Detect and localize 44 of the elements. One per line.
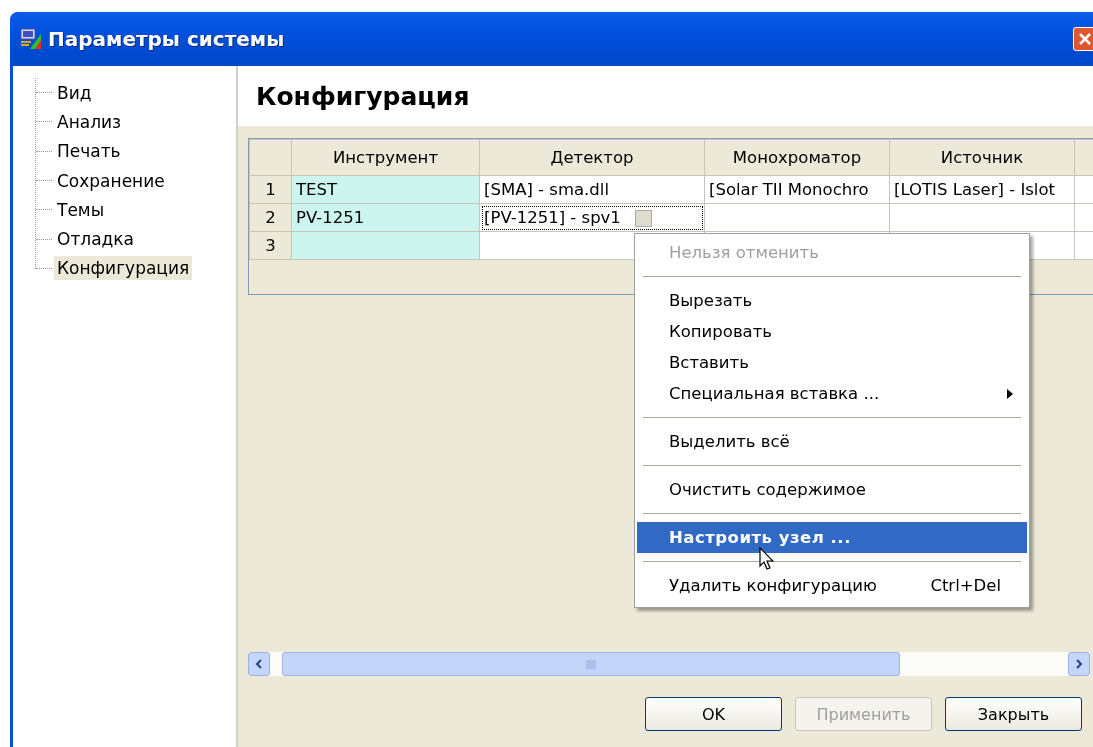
tree-item[interactable]: Сохранение bbox=[54, 168, 168, 193]
menu-item[interactable]: Специальная вставка ... bbox=[637, 378, 1027, 409]
shortcut-label: Ctrl+Del bbox=[930, 576, 1001, 595]
table-cell[interactable]: PV-1251 bbox=[291, 203, 480, 232]
menu-item[interactable]: Выделить всё bbox=[637, 426, 1027, 457]
tree-item[interactable]: Отладка bbox=[54, 227, 137, 252]
app-logo-icon bbox=[20, 28, 42, 50]
menu-item[interactable]: Удалить конфигурацию Ctrl+Del bbox=[637, 570, 1027, 601]
dialog-button[interactable]: OK bbox=[645, 697, 782, 731]
table-cell[interactable] bbox=[889, 203, 1075, 232]
dialog-button[interactable]: Закрыть bbox=[945, 697, 1082, 731]
scroll-right-button[interactable] bbox=[1068, 652, 1090, 676]
menu-item[interactable]: Вставить bbox=[637, 347, 1027, 378]
menu-item[interactable]: Вырезать bbox=[637, 285, 1027, 316]
close-icon bbox=[1078, 32, 1092, 46]
column-header[interactable]: Инструмент bbox=[291, 139, 480, 176]
table-cell[interactable]: [PV-1251] - spv1 bbox=[479, 203, 705, 232]
row-number: 3 bbox=[249, 231, 292, 260]
table-cell[interactable]: [SMA] - sma.dll bbox=[479, 175, 705, 204]
table-cell[interactable]: TEST bbox=[291, 175, 480, 204]
table-cell[interactable] bbox=[704, 203, 890, 232]
table-cell[interactable] bbox=[291, 231, 480, 260]
menu-item[interactable]: Очистить содержимое bbox=[637, 474, 1027, 505]
scrollbar-thumb[interactable] bbox=[282, 652, 900, 676]
column-header[interactable]: Источник bbox=[889, 139, 1075, 176]
browse-button[interactable] bbox=[634, 210, 652, 227]
tree-item[interactable]: Конфигурация bbox=[54, 256, 193, 281]
column-header[interactable]: Монохроматор bbox=[704, 139, 890, 176]
tree-item[interactable]: Темы bbox=[54, 197, 108, 222]
row-number: 1 bbox=[249, 175, 292, 204]
table-cell[interactable]: [LOTIS Laser] - Islot bbox=[889, 175, 1075, 204]
window-title: Параметры системы bbox=[48, 27, 285, 51]
panel-heading: Конфигурация bbox=[238, 66, 1093, 126]
menu-item[interactable]: Настроить узел ... bbox=[637, 522, 1027, 553]
menu-item[interactable]: Копировать bbox=[637, 316, 1027, 347]
scroll-left-button[interactable] bbox=[248, 652, 270, 676]
tree-item[interactable]: Анализ bbox=[54, 109, 125, 134]
row-number: 2 bbox=[249, 203, 292, 232]
close-button[interactable] bbox=[1073, 27, 1093, 51]
column-header[interactable]: Детектор bbox=[479, 139, 705, 176]
table-cell[interactable]: [Solar TII Monochro bbox=[704, 175, 890, 204]
tree-item[interactable]: Печать bbox=[54, 139, 124, 164]
tree-item[interactable]: Вид bbox=[54, 80, 95, 105]
mouse-cursor-icon bbox=[759, 547, 774, 571]
